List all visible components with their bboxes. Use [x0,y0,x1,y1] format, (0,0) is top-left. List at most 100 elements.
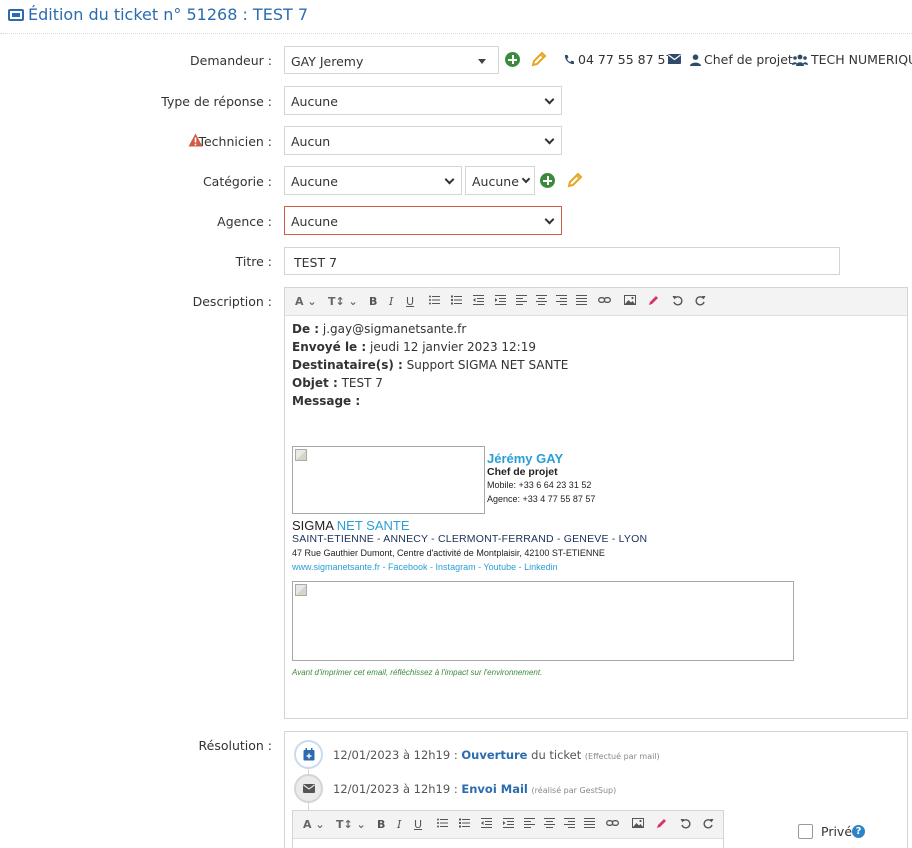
edit-category-icon[interactable] [566,171,584,189]
mail-to-line: Destinataire(s) : Support SIGMA NET SANT… [292,358,568,376]
outdent-icon [473,295,484,305]
highlight-button[interactable] [648,295,659,306]
sous-categorie-value: Aucune [472,174,519,189]
align-right-icon [556,295,567,305]
redo-icon [703,819,714,829]
resolution-label: Résolution : [198,738,273,753]
timeline-badge-open [294,740,323,769]
underline-button[interactable]: U [414,818,422,831]
outdent-button[interactable] [473,295,484,305]
broken-image-icon [295,449,307,461]
agence-select[interactable]: Aucune [284,206,562,235]
envelope-icon[interactable] [668,54,681,64]
image-button[interactable] [624,295,636,305]
resolution-toolbar: A ⌄ T↕ ⌄ B I U [293,811,723,839]
event-rest: du ticket [527,748,582,762]
bold-button[interactable]: B [369,295,377,308]
user-icon [690,54,701,66]
categorie-select[interactable]: Aucune [284,166,462,195]
indent-button[interactable] [503,818,514,828]
align-left-button[interactable] [516,295,527,305]
italic-button[interactable]: I [389,295,393,308]
add-category-icon[interactable] [540,173,555,188]
from-label: De : [292,322,320,336]
redo-button[interactable] [703,818,714,829]
type-reponse-select[interactable]: Aucune [284,86,562,115]
align-right-button[interactable] [564,818,575,828]
justify-button[interactable] [576,295,587,305]
justify-icon [584,818,595,828]
font-button[interactable]: A ⌄ [303,818,325,831]
subject-label: Objet : [292,376,338,390]
private-checkbox[interactable] [798,824,813,839]
description-toolbar: A ⌄ T↕ ⌄ B I U [285,288,907,316]
event-note: (Effectué par mail) [584,752,660,761]
justify-icon [576,295,587,305]
private-label: Privé [821,824,853,839]
link-button[interactable] [606,818,619,828]
align-center-icon [536,295,547,305]
sous-categorie-select[interactable]: Aucune [465,166,535,195]
indent-button[interactable] [495,295,506,305]
signature-photo-broken-image [292,446,485,514]
align-center-button[interactable] [536,295,547,305]
technicien-select[interactable]: Aucun [284,126,562,155]
signature-links[interactable]: www.sigmanetsante.fr - Facebook - Instag… [292,562,558,572]
mail-subject-line: Objet : TEST 7 [292,376,568,394]
sent-label: Envoyé le : [292,340,367,354]
categorie-value: Aucune [291,174,338,189]
timeline-badge-mail [294,774,323,803]
from-value: j.gay@sigmanetsante.fr [322,322,467,336]
ordered-list-button[interactable] [451,295,462,305]
edit-user-icon[interactable] [530,50,548,68]
chevron-down-icon [544,134,555,145]
align-left-button[interactable] [524,818,535,828]
ordered-list-icon [459,818,470,828]
timeline-event-mail: 12/01/2023 à 12h19 : Envoi Mail (réalisé… [333,782,616,796]
font-size-button[interactable]: T↕ ⌄ [336,818,366,831]
role-value: Chef de projet [704,52,793,67]
titre-input[interactable]: TEST 7 [284,247,840,275]
bullet-list-button[interactable] [437,818,448,828]
resolution-editor[interactable]: A ⌄ T↕ ⌄ B I U [292,810,724,848]
italic-button[interactable]: I [397,818,401,831]
font-button[interactable]: A ⌄ [295,295,317,308]
link-button[interactable] [598,295,611,305]
signature-mobile: Mobile: +33 6 64 23 31 52 [487,480,592,490]
demandeur-select[interactable]: GAY Jeremy [284,46,499,74]
underline-button[interactable]: U [406,295,414,308]
highlighter-icon [657,819,666,828]
undo-button[interactable] [680,818,691,829]
technicien-label: Technicien : [198,134,272,149]
event-date: 12/01/2023 à 12h19 : [333,748,458,762]
agence-value: Aucune [291,214,338,229]
image-button[interactable] [632,818,644,828]
font-size-button[interactable]: T↕ ⌄ [328,295,358,308]
signature-eco-note: Avant d'imprimer cet email, réfléchissez… [292,668,543,677]
redo-button[interactable] [695,295,706,306]
chevron-down-icon [521,174,531,184]
justify-button[interactable] [584,818,595,828]
to-label: Destinataire(s) : [292,358,403,372]
signature-role: Chef de projet [487,466,558,478]
broken-image-icon [295,584,307,596]
role-info: Chef de projet [690,52,793,67]
help-icon[interactable]: ? [852,825,865,838]
phone-icon [564,55,574,65]
page-title: Édition du ticket n° 51268 : TEST 7 [28,5,309,24]
align-right-button[interactable] [556,295,567,305]
event-date: 12/01/2023 à 12h19 : [333,782,458,796]
align-center-button[interactable] [544,818,555,828]
outdent-button[interactable] [481,818,492,828]
demandeur-value: GAY Jeremy [291,54,364,69]
sent-value: jeudi 12 janvier 2023 12:19 [370,340,536,354]
undo-button[interactable] [672,295,683,306]
ordered-list-button[interactable] [459,818,470,828]
bold-button[interactable]: B [377,818,385,831]
signature-agence: Agence: +33 4 77 55 87 57 [487,494,596,504]
highlight-button[interactable] [656,818,667,829]
bullet-list-button[interactable] [429,295,440,305]
event-note: (réalisé par GestSup) [531,786,617,795]
add-user-icon[interactable] [505,52,520,67]
description-editor[interactable]: A ⌄ T↕ ⌄ B I U De : j.gay@sigmanetsante.… [284,287,908,719]
